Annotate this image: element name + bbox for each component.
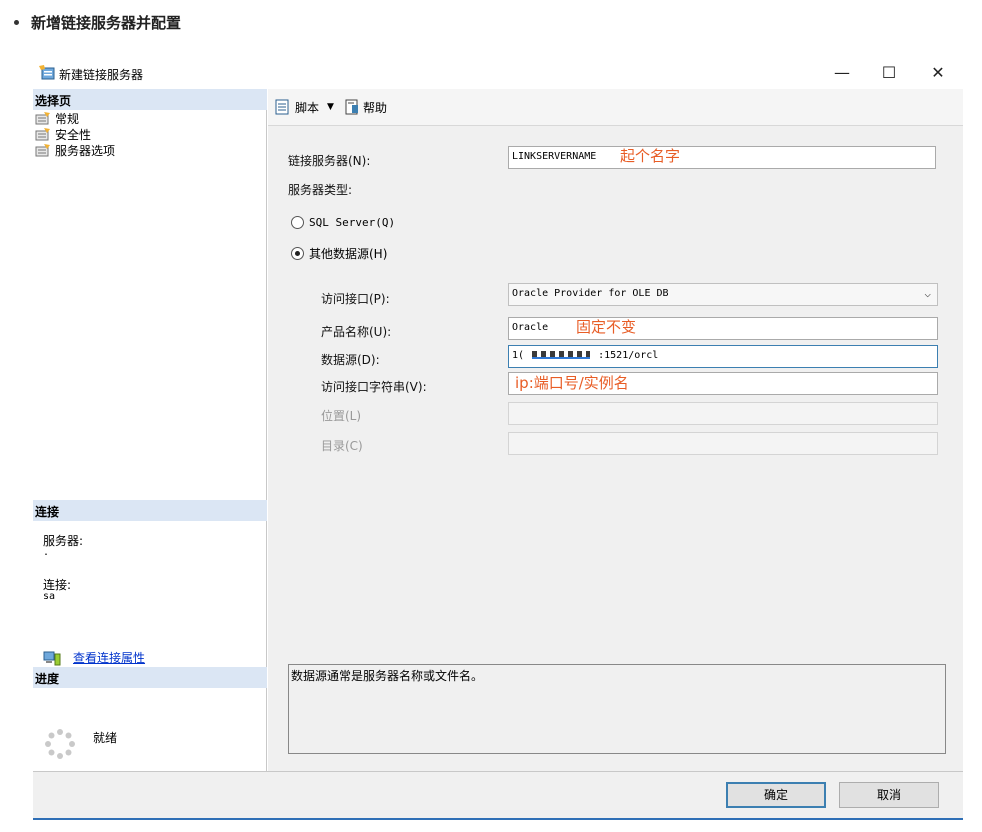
page-item-label: 服务器选项 — [55, 143, 116, 158]
description-box: 数据源通常是服务器名称或文件名。 — [288, 664, 946, 754]
radio-other-datasource-circle[interactable] — [291, 247, 304, 260]
progress-header: 进度 — [33, 667, 267, 688]
new-linked-server-dialog: 新建链接服务器 — ☐ ✕ 选择页 常规 安全性 服务器选项 连接 服务器: .… — [33, 58, 963, 820]
page-general-icon — [35, 111, 50, 124]
radio-sql-server-label: SQL Server(Q) — [309, 216, 396, 229]
product-name-value: Oracle — [512, 322, 549, 333]
radio-other-datasource-label: 其他数据源(H) — [309, 247, 388, 261]
provider-string-label: 访问接口字符串(V): — [321, 380, 427, 394]
datasource-value-suffix: :1521/orcl — [598, 350, 659, 361]
dialog-footer: 确定 取消 — [33, 771, 963, 820]
script-button[interactable]: 脚本 ▼ — [274, 99, 334, 116]
datasource-value-prefix: 1( — [512, 350, 525, 361]
redacted-ip-block — [532, 351, 591, 359]
radio-sql-server-circle[interactable] — [291, 216, 304, 229]
page-heading-text: 新增链接服务器并配置 — [31, 14, 182, 32]
right-pane: 脚本 ▼ 帮助 链接服务器(N): LINKSERVERNAME 起个名字 服务… — [268, 89, 963, 771]
script-icon — [275, 99, 289, 115]
catalog-label: 目录(C) — [321, 439, 363, 453]
cancel-button[interactable]: 取消 — [839, 782, 939, 808]
view-connection-properties-link[interactable]: 查看连接属性 — [73, 649, 145, 666]
help-icon — [345, 99, 358, 115]
page-item-server-options[interactable]: 服务器选项 — [35, 143, 116, 158]
radio-other-datasource[interactable]: 其他数据源(H) — [291, 245, 387, 262]
product-name-annotation: 固定不变 — [576, 318, 637, 336]
linked-server-value: LINKSERVERNAME — [512, 151, 597, 162]
maximize-button[interactable]: ☐ — [874, 62, 904, 84]
page-item-security[interactable]: 安全性 — [35, 127, 92, 142]
script-dropdown-arrow-icon[interactable]: ▼ — [327, 102, 334, 112]
linked-server-annotation: 起个名字 — [620, 147, 681, 165]
page-security-icon — [35, 127, 50, 140]
chevron-down-icon[interactable]: ⌵ — [924, 287, 931, 300]
left-pane: 选择页 常规 安全性 服务器选项 连接 服务器: . 连接: sa 查看连接属性… — [33, 89, 267, 771]
progress-spinner-icon — [45, 729, 75, 759]
linked-server-input[interactable]: LINKSERVERNAME — [508, 146, 936, 169]
location-label: 位置(L) — [321, 409, 362, 423]
page-server-options-icon — [35, 143, 50, 156]
linked-server-app-icon — [39, 65, 55, 80]
ok-button[interactable]: 确定 — [726, 782, 826, 808]
provider-value: Oracle Provider for OLE DB — [512, 288, 669, 299]
help-label: 帮助 — [362, 100, 387, 115]
toolbar: 脚本 ▼ 帮助 — [268, 89, 963, 126]
server-value: . — [43, 547, 50, 558]
datasource-label: 数据源(D): — [321, 353, 380, 367]
connection-properties-icon — [43, 651, 61, 665]
datasource-annotation: ip:端口号/实例名 — [515, 374, 629, 392]
radio-sql-server[interactable]: SQL Server(Q) — [291, 216, 395, 229]
page-item-general[interactable]: 常规 — [35, 111, 80, 126]
select-page-header: 选择页 — [33, 89, 267, 110]
progress-status: 就绪 — [93, 731, 118, 745]
bullet-icon — [14, 20, 19, 25]
provider-select[interactable]: Oracle Provider for OLE DB ⌵ — [508, 283, 938, 306]
product-name-label: 产品名称(U): — [321, 325, 392, 339]
connection-header: 连接 — [33, 500, 267, 521]
location-input — [508, 402, 938, 425]
product-name-input[interactable]: Oracle — [508, 317, 938, 340]
linked-server-label: 链接服务器(N): — [288, 154, 371, 168]
datasource-input[interactable]: 1( :1521/orcl — [508, 345, 938, 368]
script-label: 脚本 — [295, 100, 320, 115]
catalog-input — [508, 432, 938, 455]
provider-label: 访问接口(P): — [321, 292, 390, 306]
page-item-label: 常规 — [55, 111, 80, 126]
title-bar: 新建链接服务器 — ☐ ✕ — [33, 58, 963, 88]
page-item-label: 安全性 — [55, 127, 92, 142]
server-type-label: 服务器类型: — [288, 183, 353, 197]
description-text: 数据源通常是服务器名称或文件名。 — [291, 669, 484, 683]
minimize-button[interactable]: — — [827, 62, 857, 84]
connection-value: sa — [43, 591, 56, 602]
help-button[interactable]: 帮助 — [344, 99, 387, 116]
window-title: 新建链接服务器 — [59, 68, 144, 82]
page-heading: 新增链接服务器并配置 — [14, 12, 181, 33]
close-button[interactable]: ✕ — [923, 62, 953, 84]
view-connection-properties[interactable]: 查看连接属性 — [43, 649, 145, 666]
